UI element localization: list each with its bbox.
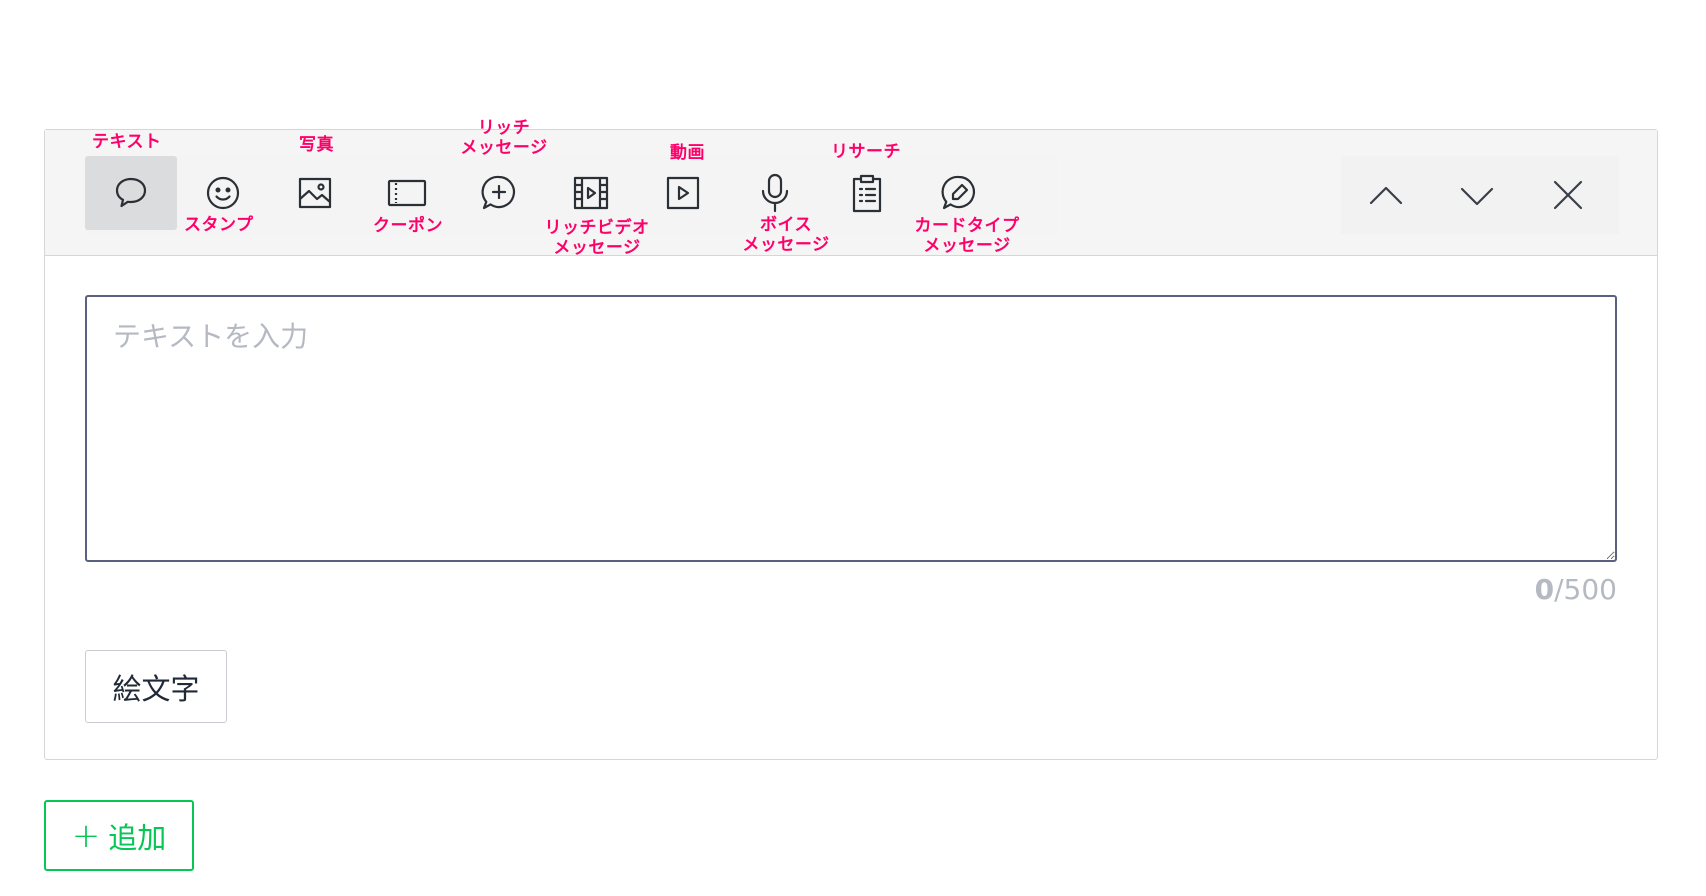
label-text: テキスト [92, 132, 162, 152]
label-rich-message-line1: リッチ [477, 118, 531, 138]
emoji-button[interactable]: 絵文字 [85, 650, 227, 723]
plus-icon: + [71, 815, 101, 856]
label-rich-message-line2: メッセージ [460, 138, 548, 158]
label-photo: 写真 [299, 135, 334, 155]
message-editor-panel: 0/500 絵文字 [44, 129, 1658, 760]
label-research: リサーチ [831, 142, 901, 162]
character-count-max: /500 [1554, 573, 1617, 606]
label-video: 動画 [670, 143, 705, 163]
move-down-button[interactable] [1432, 156, 1522, 234]
label-rich-video: リッチビデオ メッセージ [534, 218, 660, 258]
character-count-current: 0 [1534, 573, 1555, 606]
tool-rich-message-button[interactable] [453, 156, 545, 230]
add-message-button[interactable]: + 追加 [44, 800, 194, 871]
play-icon [666, 176, 700, 210]
add-message-label: 追加 [108, 820, 167, 855]
label-voice-line1: ボイス [760, 215, 812, 235]
plus-bubble-icon [481, 175, 515, 210]
label-rich-video-line2: メッセージ [553, 238, 641, 258]
label-card-message-line2: メッセージ [923, 236, 1011, 256]
label-voice: ボイス メッセージ [731, 215, 841, 255]
message-text-input[interactable] [85, 295, 1617, 562]
ticket-icon [387, 179, 427, 207]
microphone-icon [761, 173, 789, 213]
label-sticker: スタンプ [184, 215, 254, 235]
tool-text-button[interactable] [85, 156, 177, 230]
clipboard-list-icon [852, 174, 882, 213]
delete-button[interactable] [1523, 156, 1613, 234]
label-coupon: クーポン [373, 216, 443, 236]
chevron-up-icon [1369, 186, 1403, 205]
character-counter: 0/500 [1535, 573, 1617, 606]
label-card-message-line1: カードタイプ [914, 216, 1020, 236]
tool-photo-button[interactable] [269, 156, 361, 230]
film-icon [573, 176, 609, 210]
chevron-down-icon [1460, 187, 1494, 206]
move-up-button[interactable] [1341, 156, 1431, 234]
label-card-message: カードタイプ メッセージ [905, 216, 1029, 256]
smiley-icon [206, 176, 240, 210]
label-rich-message: リッチ メッセージ [453, 118, 555, 158]
close-icon [1553, 180, 1583, 210]
label-voice-line2: メッセージ [742, 235, 830, 255]
pencil-bubble-icon [941, 175, 975, 210]
speech-bubble-icon [115, 177, 147, 208]
label-rich-video-line1: リッチビデオ [544, 218, 650, 238]
image-icon [298, 177, 332, 209]
